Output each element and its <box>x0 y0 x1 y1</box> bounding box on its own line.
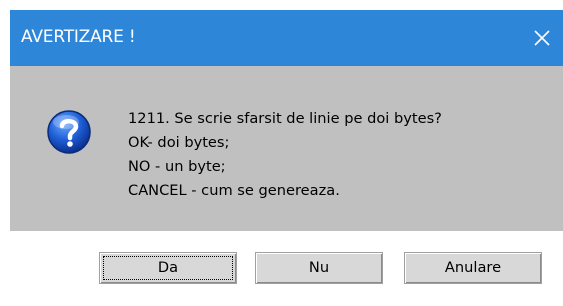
title-bar[interactable]: AVERTIZARE ! <box>10 10 563 66</box>
question-icon <box>46 109 92 155</box>
message-line: CANCEL - cum se genereaza. <box>128 182 340 199</box>
no-button[interactable]: Nu <box>255 252 383 284</box>
message-text: 1211. Se scrie sfarsit de linie pe doi b… <box>128 107 442 203</box>
message-line: NO - un byte; <box>128 158 226 175</box>
message-area: 1211. Se scrie sfarsit de linie pe doi b… <box>10 66 563 231</box>
message-line: OK- doi bytes; <box>128 134 230 151</box>
message-line: 1211. Se scrie sfarsit de linie pe doi b… <box>128 110 442 127</box>
dialog-title: AVERTIZARE ! <box>21 27 136 47</box>
yes-button[interactable]: Da <box>99 252 237 284</box>
cancel-button[interactable]: Anulare <box>404 252 542 284</box>
close-icon[interactable] <box>527 23 557 53</box>
button-bar: Da Nu Anulare <box>10 231 563 306</box>
warning-dialog: AVERTIZARE ! 1211. Se scrie sfarsit de l… <box>0 0 563 306</box>
